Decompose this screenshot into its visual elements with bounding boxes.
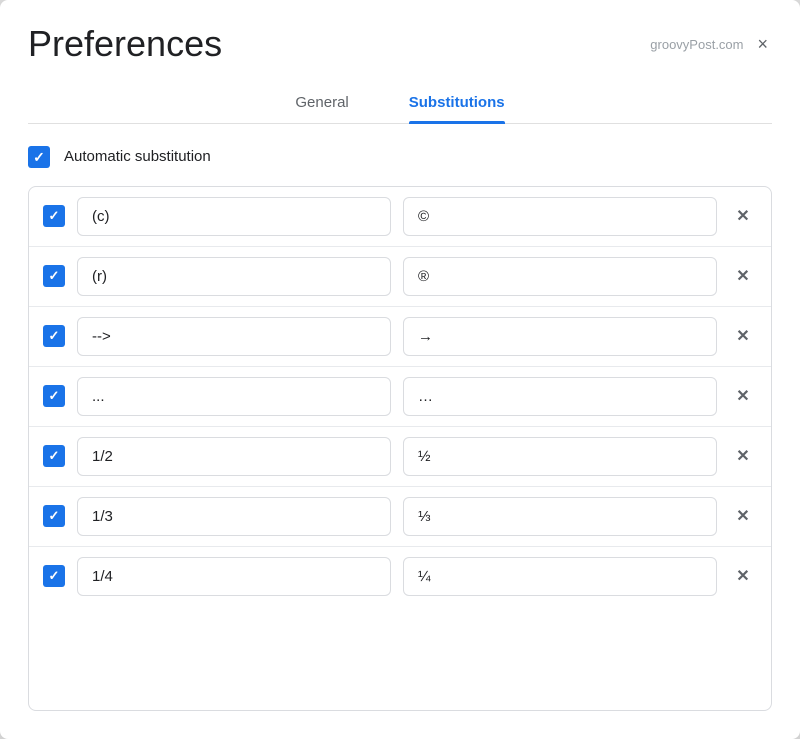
sub-delete-button-1[interactable]: ✕	[729, 202, 757, 230]
sub-checkbox-3[interactable]: ✓	[43, 325, 65, 347]
sub-to-input-1[interactable]	[403, 197, 717, 236]
tab-general[interactable]: General	[295, 84, 348, 123]
tabs-container: General Substitutions	[28, 64, 772, 124]
checkmark-icon: ✓	[49, 208, 60, 224]
sub-to-input-4[interactable]	[403, 377, 717, 416]
checkmark-icon: ✓	[49, 568, 60, 584]
auto-substitution-checkbox[interactable]: ✓	[28, 146, 50, 168]
watermark: groovyPost.com	[650, 37, 743, 52]
sub-to-input-2[interactable]	[403, 257, 717, 296]
auto-substitution-row: ✓ Automatic substitution	[28, 146, 772, 168]
close-button[interactable]: ×	[753, 32, 772, 57]
sub-delete-button-3[interactable]: ✕	[729, 322, 757, 350]
dialog-header: Preferences groovyPost.com ×	[0, 0, 800, 64]
sub-checkbox-4[interactable]: ✓	[43, 385, 65, 407]
sub-to-input-7[interactable]	[403, 557, 717, 596]
preferences-dialog: Preferences groovyPost.com × General Sub…	[0, 0, 800, 739]
dialog-title: Preferences	[28, 24, 222, 64]
sub-from-input-5[interactable]	[77, 437, 391, 476]
sub-from-input-1[interactable]	[77, 197, 391, 236]
sub-delete-button-5[interactable]: ✕	[729, 442, 757, 470]
sub-from-input-3[interactable]	[77, 317, 391, 356]
sub-from-input-2[interactable]	[77, 257, 391, 296]
tab-substitutions[interactable]: Substitutions	[409, 84, 505, 123]
sub-to-input-6[interactable]	[403, 497, 717, 536]
sub-checkbox-5[interactable]: ✓	[43, 445, 65, 467]
substitutions-scroll-area[interactable]: ✓ ✕ ✓ ✕ ✓	[29, 187, 771, 710]
substitution-row-1: ✓ ✕	[29, 187, 771, 247]
checkmark-icon: ✓	[49, 388, 60, 404]
substitution-row-5: ✓ ✕	[29, 427, 771, 487]
substitution-row-6: ✓ ✕	[29, 487, 771, 547]
substitution-row-3: ✓ ✕	[29, 307, 771, 367]
sub-delete-button-2[interactable]: ✕	[729, 262, 757, 290]
sub-checkbox-1[interactable]: ✓	[43, 205, 65, 227]
header-right: groovyPost.com ×	[650, 32, 772, 57]
sub-to-input-3[interactable]	[403, 317, 717, 356]
checkmark-icon: ✓	[49, 328, 60, 344]
auto-substitution-label: Automatic substitution	[64, 148, 211, 165]
sub-from-input-7[interactable]	[77, 557, 391, 596]
tab-content-substitutions: ✓ Automatic substitution ✓ ✕ ✓	[0, 124, 800, 739]
sub-to-input-5[interactable]	[403, 437, 717, 476]
checkmark-icon: ✓	[33, 150, 45, 164]
sub-delete-button-6[interactable]: ✕	[729, 502, 757, 530]
checkmark-icon: ✓	[49, 508, 60, 524]
sub-checkbox-2[interactable]: ✓	[43, 265, 65, 287]
substitution-row-4: ✓ ✕	[29, 367, 771, 427]
sub-delete-button-7[interactable]: ✕	[729, 562, 757, 590]
sub-checkbox-6[interactable]: ✓	[43, 505, 65, 527]
substitution-row-2: ✓ ✕	[29, 247, 771, 307]
checkmark-icon: ✓	[49, 268, 60, 284]
substitution-row-7: ✓ ✕	[29, 547, 771, 606]
checkmark-icon: ✓	[49, 448, 60, 464]
sub-checkbox-7[interactable]: ✓	[43, 565, 65, 587]
sub-from-input-6[interactable]	[77, 497, 391, 536]
sub-from-input-4[interactable]	[77, 377, 391, 416]
substitutions-table: ✓ ✕ ✓ ✕ ✓	[28, 186, 772, 711]
sub-delete-button-4[interactable]: ✕	[729, 382, 757, 410]
